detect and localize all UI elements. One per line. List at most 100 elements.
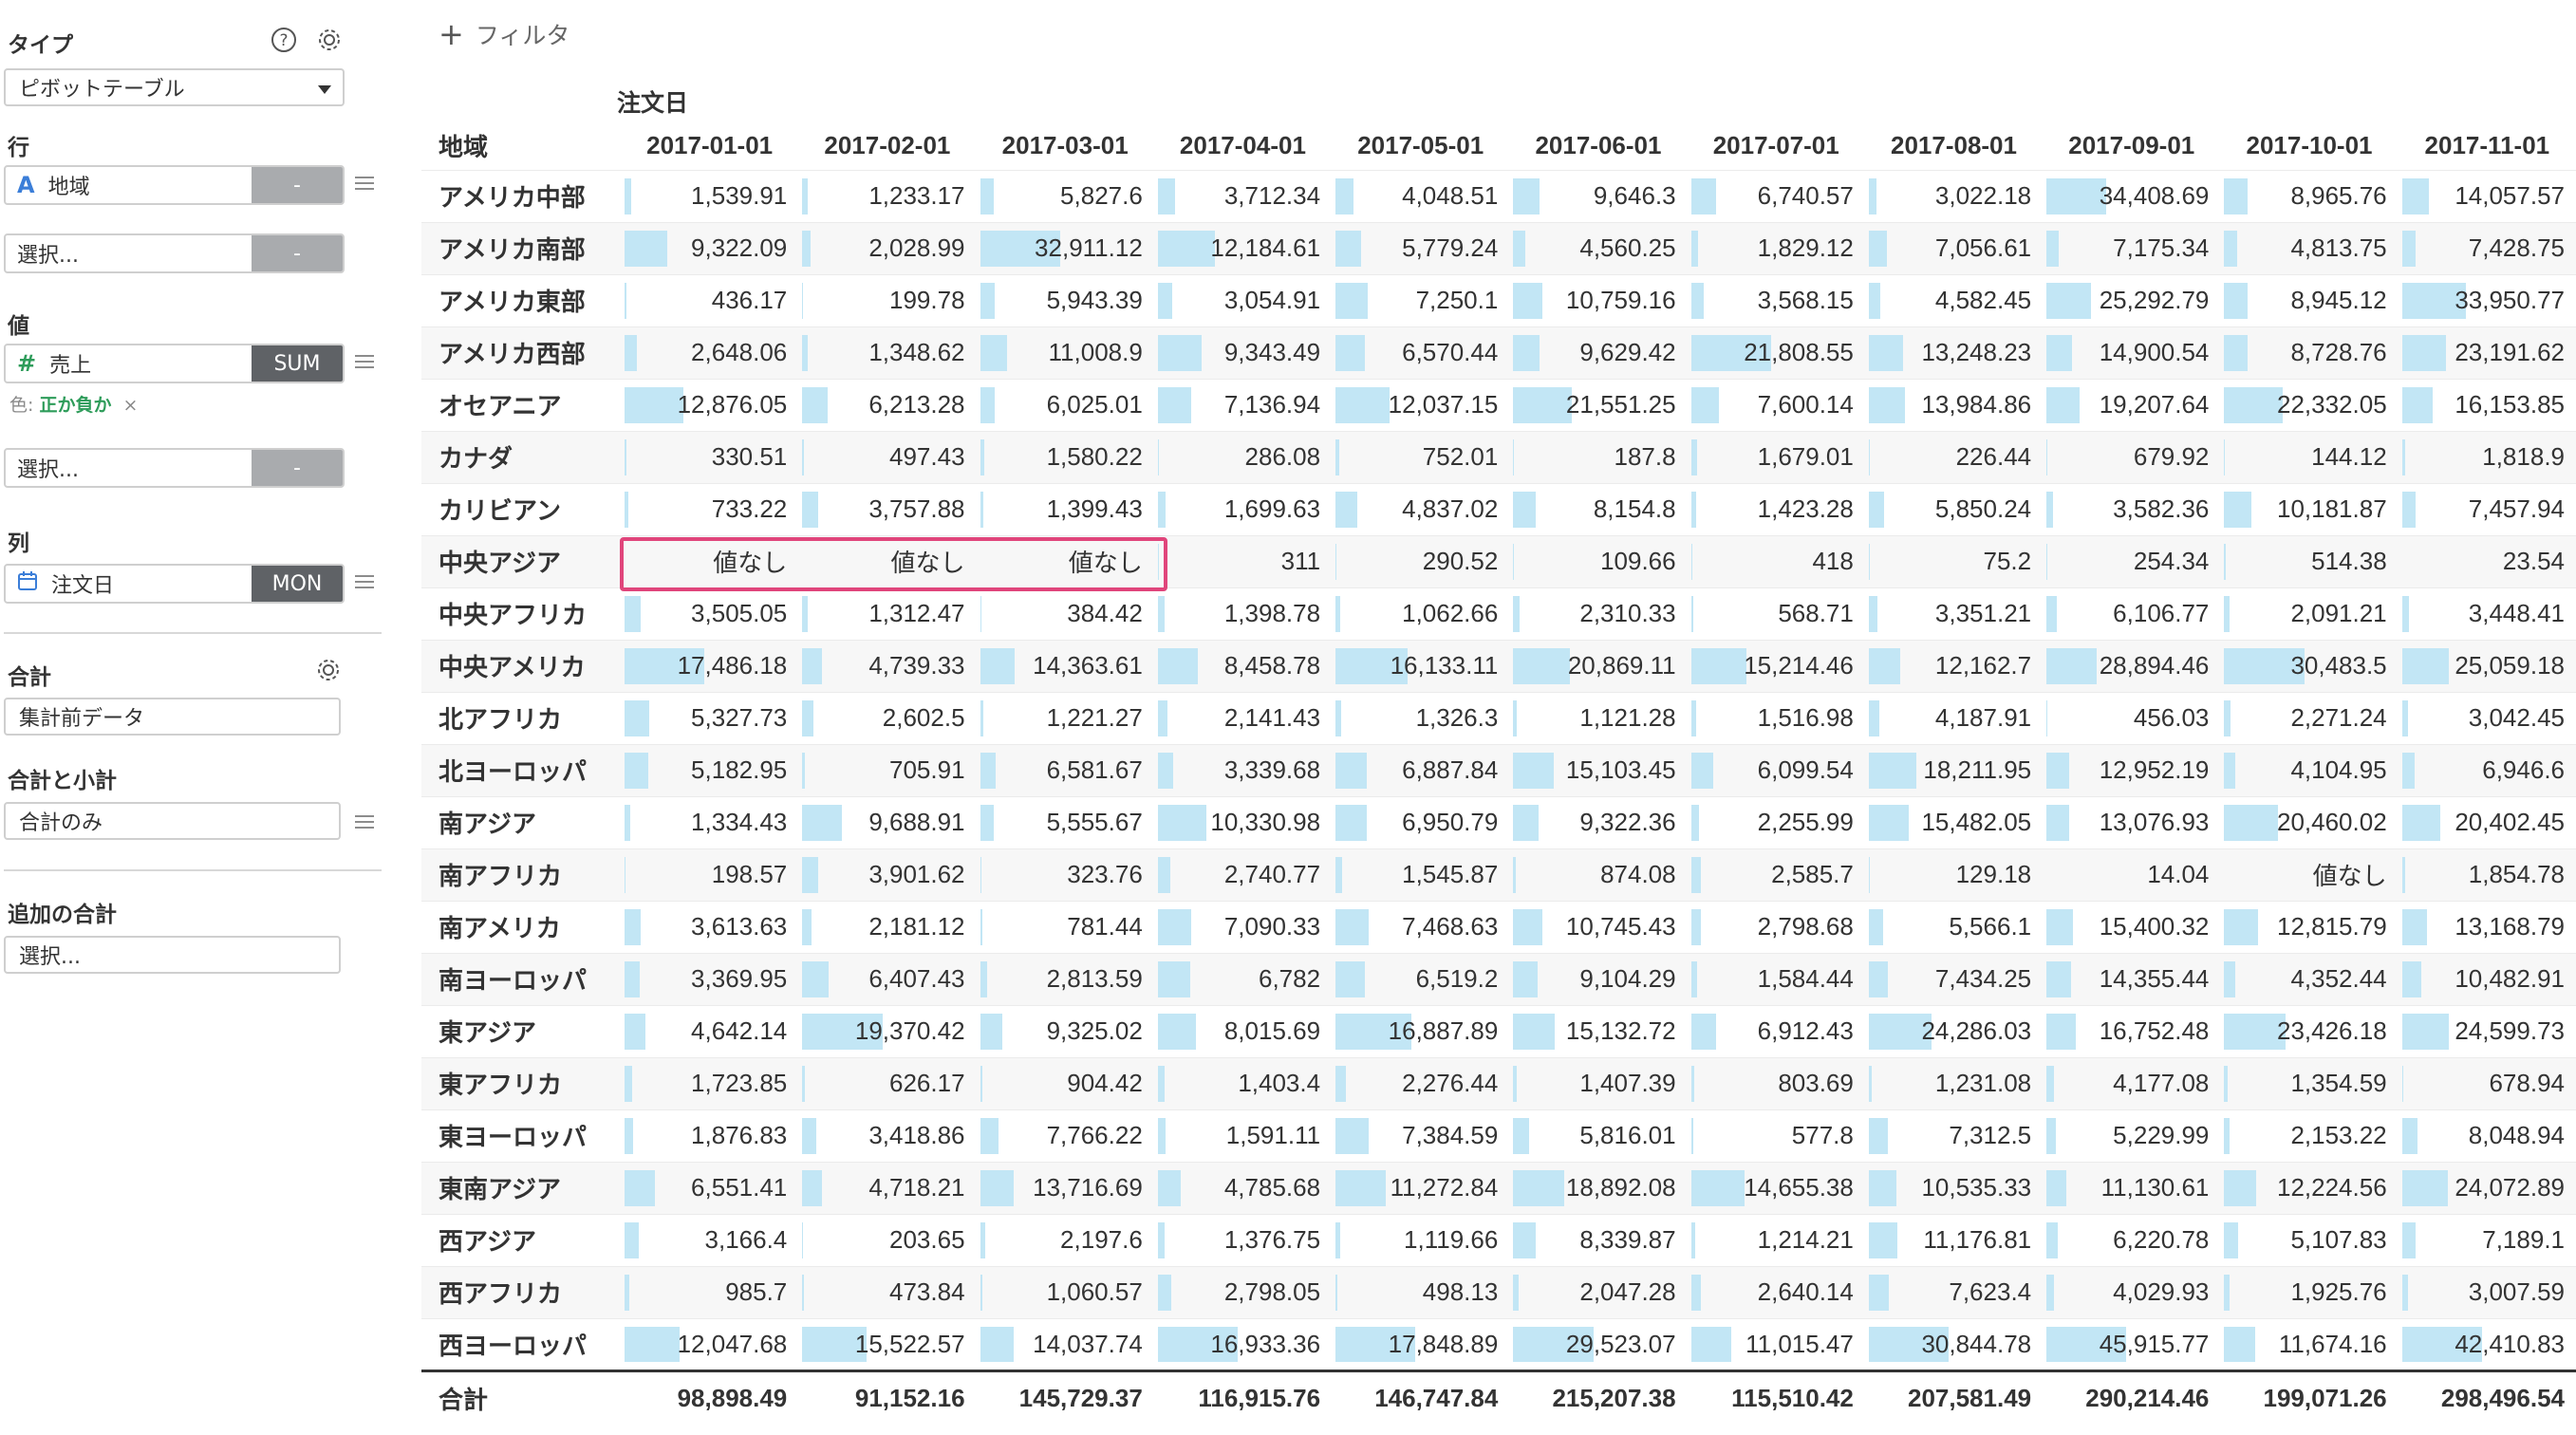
table-cell[interactable]: 1,060.57 <box>977 1266 1154 1318</box>
table-cell[interactable]: 22,332.05 <box>2220 379 2398 431</box>
row-label[interactable]: 南アメリカ <box>421 901 621 953</box>
table-cell[interactable]: 498.13 <box>1332 1266 1509 1318</box>
table-cell[interactable]: 15,214.46 <box>1688 640 1865 692</box>
table-cell[interactable]: 34,408.69 <box>2043 170 2220 222</box>
table-cell[interactable]: 16,133.11 <box>1332 640 1509 692</box>
table-cell[interactable]: 4,718.21 <box>798 1162 976 1214</box>
table-cell[interactable]: 17,848.89 <box>1332 1318 1509 1370</box>
table-cell[interactable]: 2,181.12 <box>798 901 976 953</box>
table-cell[interactable]: 1,403.4 <box>1154 1057 1332 1109</box>
table-cell[interactable]: 5,566.1 <box>1865 901 2043 953</box>
row-label[interactable]: オセアニア <box>421 379 621 431</box>
table-cell[interactable]: 12,162.7 <box>1865 640 2043 692</box>
table-cell[interactable]: 3,166.4 <box>621 1214 798 1266</box>
row-label[interactable]: 南アジア <box>421 796 621 848</box>
table-cell[interactable]: 9,688.91 <box>798 796 976 848</box>
row-label[interactable]: 西アフリカ <box>421 1266 621 1318</box>
column-header[interactable]: 2017-03-01 <box>977 122 1154 170</box>
table-cell[interactable]: 3,339.68 <box>1154 744 1332 796</box>
value-field-pill[interactable]: # 売上 SUM <box>4 344 345 383</box>
table-cell[interactable]: 25,292.79 <box>2043 274 2220 326</box>
table-cell[interactable]: 4,582.45 <box>1865 274 2043 326</box>
table-cell[interactable]: 7,056.61 <box>1865 222 2043 274</box>
table-cell[interactable]: 10,330.98 <box>1154 796 1332 848</box>
table-cell[interactable]: 1,854.78 <box>2399 848 2576 901</box>
table-cell[interactable]: 15,400.32 <box>2043 901 2220 953</box>
table-cell[interactable]: 7,175.34 <box>2043 222 2220 274</box>
table-cell[interactable]: 24,599.73 <box>2399 1005 2576 1057</box>
drag-handle-icon[interactable] <box>355 575 374 588</box>
table-cell[interactable]: 1,829.12 <box>1688 222 1865 274</box>
table-cell[interactable]: 286.08 <box>1154 431 1332 483</box>
table-cell[interactable]: 23,426.18 <box>2220 1005 2398 1057</box>
table-cell[interactable]: 3,448.41 <box>2399 587 2576 640</box>
column-header[interactable]: 2017-10-01 <box>2220 122 2398 170</box>
table-cell[interactable]: 12,184.61 <box>1154 222 1332 274</box>
table-cell[interactable]: 45,915.77 <box>2043 1318 2220 1370</box>
table-cell[interactable]: 514.38 <box>2220 535 2398 587</box>
table-cell[interactable]: 2,255.99 <box>1688 796 1865 848</box>
table-cell[interactable]: 7,384.59 <box>1332 1109 1509 1162</box>
table-cell[interactable]: 2,602.5 <box>798 692 976 744</box>
row-label[interactable]: 中央アフリカ <box>421 587 621 640</box>
table-cell[interactable]: 6,220.78 <box>2043 1214 2220 1266</box>
table-cell[interactable]: 5,327.73 <box>621 692 798 744</box>
row-field-pill[interactable]: A 地域 - <box>4 165 345 205</box>
table-cell[interactable]: 2,141.43 <box>1154 692 1332 744</box>
table-cell[interactable]: 199.78 <box>798 274 976 326</box>
column-agg-button[interactable]: MON <box>252 566 343 602</box>
table-cell[interactable]: 20,869.11 <box>1509 640 1687 692</box>
table-cell[interactable]: 568.71 <box>1688 587 1865 640</box>
table-cell[interactable]: 14,355.44 <box>2043 953 2220 1005</box>
table-cell[interactable]: 3,582.36 <box>2043 483 2220 535</box>
table-cell[interactable]: 1,591.11 <box>1154 1109 1332 1162</box>
table-cell[interactable]: 436.17 <box>621 274 798 326</box>
table-cell[interactable]: 752.01 <box>1332 431 1509 483</box>
table-cell[interactable]: 6,551.41 <box>621 1162 798 1214</box>
table-cell[interactable]: 226.44 <box>1865 431 2043 483</box>
table-cell[interactable]: 985.7 <box>621 1266 798 1318</box>
table-cell[interactable]: 129.18 <box>1865 848 2043 901</box>
table-cell[interactable]: 13,168.79 <box>2399 901 2576 953</box>
table-cell[interactable]: 3,007.59 <box>2399 1266 2576 1318</box>
table-cell[interactable]: 21,551.25 <box>1509 379 1687 431</box>
table-cell[interactable]: 8,945.12 <box>2220 274 2398 326</box>
table-cell[interactable]: 1,326.3 <box>1332 692 1509 744</box>
table-cell[interactable]: 2,740.77 <box>1154 848 1332 901</box>
table-cell[interactable]: 1,584.44 <box>1688 953 1865 1005</box>
row-select-agg-button[interactable]: - <box>252 235 343 271</box>
table-cell[interactable]: 9,322.09 <box>621 222 798 274</box>
table-cell[interactable]: 2,813.59 <box>977 953 1154 1005</box>
table-cell[interactable]: 874.08 <box>1509 848 1687 901</box>
table-cell[interactable]: 16,933.36 <box>1154 1318 1332 1370</box>
table-cell[interactable]: 2,585.7 <box>1688 848 1865 901</box>
table-cell[interactable]: 3,757.88 <box>798 483 976 535</box>
table-cell[interactable]: 値なし <box>2220 848 2398 901</box>
table-cell[interactable]: 19,207.64 <box>2043 379 2220 431</box>
row-label[interactable]: 西ヨーロッパ <box>421 1318 621 1370</box>
table-cell[interactable]: 2,271.24 <box>2220 692 2398 744</box>
table-cell[interactable]: 2,276.44 <box>1332 1057 1509 1109</box>
table-cell[interactable]: 9,325.02 <box>977 1005 1154 1057</box>
table-cell[interactable]: 33,950.77 <box>2399 274 2576 326</box>
value-select-field[interactable]: 選択... - <box>4 448 345 488</box>
table-cell[interactable]: 6,740.57 <box>1688 170 1865 222</box>
table-cell[interactable]: 10,759.16 <box>1509 274 1687 326</box>
table-cell[interactable]: 1,119.66 <box>1332 1214 1509 1266</box>
close-icon[interactable]: × <box>123 395 139 416</box>
table-cell[interactable]: 11,674.16 <box>2220 1318 2398 1370</box>
table-cell[interactable]: 値なし <box>977 535 1154 587</box>
table-cell[interactable]: 4,813.75 <box>2220 222 2398 274</box>
table-cell[interactable]: 7,766.22 <box>977 1109 1154 1162</box>
table-cell[interactable]: 5,107.83 <box>2220 1214 2398 1266</box>
table-cell[interactable]: 8,728.76 <box>2220 326 2398 379</box>
subtotal-input[interactable]: 合計のみ <box>4 802 341 840</box>
table-cell[interactable]: 8,458.78 <box>1154 640 1332 692</box>
table-cell[interactable]: 1,679.01 <box>1688 431 1865 483</box>
row-label[interactable]: 北ヨーロッパ <box>421 744 621 796</box>
table-cell[interactable]: 6,946.6 <box>2399 744 2576 796</box>
table-cell[interactable]: 11,130.61 <box>2043 1162 2220 1214</box>
table-cell[interactable]: 1,925.76 <box>2220 1266 2398 1318</box>
table-cell[interactable]: 1,699.63 <box>1154 483 1332 535</box>
row-label[interactable]: 北アフリカ <box>421 692 621 744</box>
